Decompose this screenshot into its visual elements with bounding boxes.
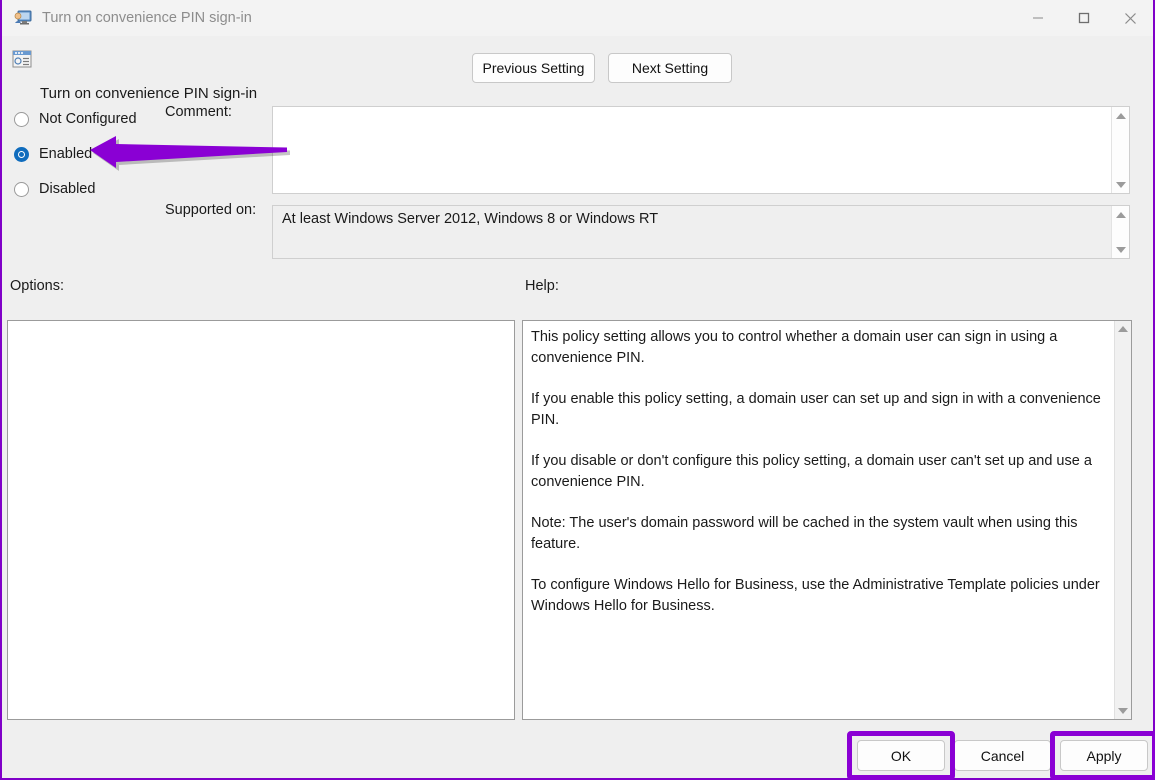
- radio-not-configured[interactable]: Not Configured: [14, 108, 137, 130]
- help-panel: This policy setting allows you to contro…: [522, 320, 1132, 720]
- scroll-up-icon[interactable]: [1112, 206, 1130, 223]
- close-icon[interactable]: [1107, 0, 1153, 36]
- radio-mark-enabled: [14, 146, 29, 162]
- help-paragraph: If you disable or don't configure this p…: [531, 453, 1092, 490]
- window-title: Turn on convenience PIN sign-in: [42, 10, 252, 26]
- supported-on-label: Supported on:: [165, 202, 257, 218]
- radio-label-enabled: Enabled: [39, 146, 93, 162]
- scroll-up-icon[interactable]: [1112, 107, 1130, 124]
- comment-input[interactable]: [272, 106, 1130, 194]
- window-titlebar: Turn on convenience PIN sign-in: [2, 0, 1153, 36]
- policy-setting-dialog: Turn on convenience PIN sign-in Turn on …: [0, 0, 1155, 780]
- help-paragraph: To configure Windows Hello for Business,…: [531, 577, 1100, 614]
- enabled-pointer-arrow-icon: [90, 136, 290, 174]
- radio-disabled[interactable]: Disabled: [14, 178, 95, 200]
- comment-scrollbar[interactable]: [1111, 107, 1129, 193]
- supported-on-field: At least Windows Server 2012, Windows 8 …: [272, 205, 1130, 259]
- help-text: This policy setting allows you to contro…: [531, 327, 1109, 617]
- help-label: Help:: [525, 278, 559, 294]
- minimize-icon[interactable]: [1015, 0, 1061, 36]
- scroll-down-icon[interactable]: [1112, 176, 1130, 193]
- setting-name: Turn on convenience PIN sign-in: [40, 85, 258, 102]
- cancel-button[interactable]: Cancel: [954, 740, 1051, 771]
- policy-setting-icon: [12, 50, 32, 68]
- options-label: Options:: [10, 278, 64, 294]
- maximize-icon[interactable]: [1061, 0, 1107, 36]
- policy-monitor-icon: [14, 10, 32, 26]
- help-paragraph: Note: The user's domain password will be…: [531, 515, 1078, 552]
- window-controls: [1015, 0, 1153, 36]
- radio-mark-disabled: [14, 181, 29, 197]
- previous-setting-button[interactable]: Previous Setting: [472, 53, 595, 83]
- help-paragraph: This policy setting allows you to contro…: [531, 329, 1058, 366]
- next-setting-button[interactable]: Next Setting: [608, 53, 732, 83]
- radio-label-not-configured: Not Configured: [39, 111, 137, 127]
- scroll-down-icon[interactable]: [1112, 241, 1130, 258]
- setting-header: Turn on convenience PIN sign-in Previous…: [2, 36, 1153, 102]
- radio-enabled[interactable]: Enabled: [14, 143, 92, 165]
- scroll-up-icon[interactable]: [1115, 321, 1132, 337]
- comment-label: Comment:: [165, 104, 232, 120]
- supported-on-scrollbar[interactable]: [1111, 206, 1129, 258]
- apply-button[interactable]: Apply: [1060, 740, 1148, 771]
- help-scrollbar[interactable]: [1114, 321, 1131, 719]
- help-paragraph: If you enable this policy setting, a dom…: [531, 391, 1101, 428]
- radio-mark-not-configured: [14, 111, 29, 127]
- supported-on-value: At least Windows Server 2012, Windows 8 …: [282, 211, 659, 227]
- scroll-down-icon[interactable]: [1115, 703, 1132, 719]
- options-panel[interactable]: [7, 320, 515, 720]
- radio-label-disabled: Disabled: [39, 181, 96, 197]
- ok-button[interactable]: OK: [857, 740, 945, 771]
